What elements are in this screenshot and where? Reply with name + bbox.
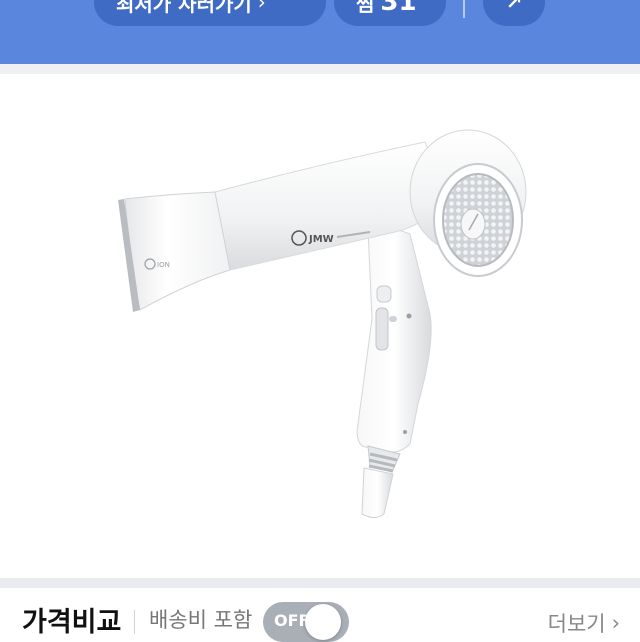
- wishlist-button[interactable]: 찜 31: [334, 0, 446, 26]
- buy-lowest-price-label: 최저가 사러가기: [116, 0, 252, 16]
- buy-lowest-price-button[interactable]: 최저가 사러가기 ›: [94, 0, 326, 26]
- header-divider: [463, 0, 465, 18]
- more-link[interactable]: 더보기 ›: [548, 608, 620, 638]
- section-separator: [0, 64, 640, 74]
- price-compare-title: 가격비교: [22, 607, 122, 638]
- shipping-included-toggle[interactable]: OFF: [263, 602, 349, 642]
- shipping-included-label: 배송비 포함: [149, 608, 253, 632]
- wishlist-count: 31: [380, 0, 417, 17]
- brand-logo-text: JMW: [308, 234, 334, 245]
- product-image-hair-dryer: ION JMW: [118, 129, 527, 518]
- chevron-right-icon: ›: [257, 0, 266, 14]
- product-image-area: ION JMW: [0, 74, 640, 578]
- ion-badge-text: ION: [157, 261, 170, 269]
- toggle-knob: [305, 604, 341, 640]
- price-compare-header: 가격비교 배송비 포함 OFF 더보기 ›: [0, 588, 640, 642]
- section-separator: [0, 578, 640, 588]
- share-button[interactable]: ↗: [483, 0, 545, 26]
- top-action-bar: 최저가 사러가기 › 찜 31 ↗: [0, 0, 640, 64]
- title-divider: [134, 610, 135, 634]
- chevron-right-icon: ›: [611, 611, 620, 635]
- more-link-label: 더보기: [547, 612, 606, 636]
- heart-icon: 찜: [356, 0, 375, 16]
- share-icon: ↗: [505, 0, 523, 14]
